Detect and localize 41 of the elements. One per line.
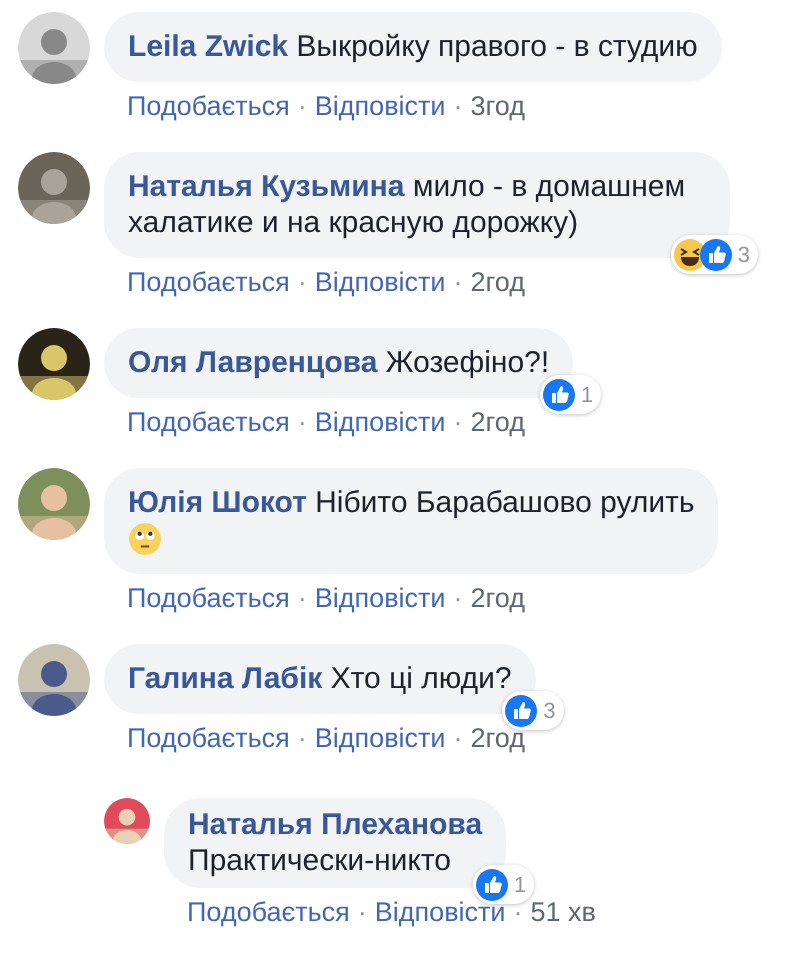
like-link[interactable]: Подобається	[127, 266, 290, 298]
timestamp[interactable]: 2год	[470, 582, 525, 614]
reaction-count: 1	[514, 871, 526, 899]
reaction-badge[interactable]: 3	[502, 691, 564, 730]
separator-dot: ·	[298, 266, 307, 298]
timestamp[interactable]: 3год	[470, 90, 525, 122]
reaction-count: 1	[580, 381, 594, 409]
separator-dot: ·	[454, 266, 462, 298]
like-icon	[700, 238, 732, 270]
separator-dot: ·	[298, 406, 307, 438]
timestamp[interactable]: 2год	[470, 266, 525, 298]
separator-dot: ·	[298, 90, 307, 122]
separator-dot: ·	[454, 582, 462, 614]
like-link[interactable]: Подобається	[127, 722, 290, 754]
like-icon	[505, 694, 538, 726]
eye-roll-emoji-icon	[128, 522, 162, 556]
like-link[interactable]: Подобається	[127, 90, 290, 122]
reply-link[interactable]: Відповісти	[314, 90, 446, 122]
separator-dot: ·	[454, 722, 462, 754]
separator-dot: ·	[298, 582, 307, 614]
like-icon	[542, 378, 575, 410]
reaction-badge[interactable]: 1	[540, 375, 602, 414]
comment-text: Leila Zwick Выкройку правого - в студию	[128, 30, 698, 63]
reply-link[interactable]: Відповісти	[314, 406, 446, 438]
separator-dot: ·	[454, 90, 462, 122]
separator-dot: ·	[358, 896, 367, 928]
like-link[interactable]: Подобається	[127, 406, 290, 438]
reaction-count: 3	[738, 241, 750, 269]
reaction-count: 3	[543, 697, 556, 725]
reply-link[interactable]: Відповісти	[314, 582, 446, 614]
reaction-badge[interactable]: 3	[670, 235, 758, 274]
reply-link[interactable]: Відповісти	[314, 722, 446, 754]
comment-text: Юлія Шокот Нібито Барабашово рулить	[128, 486, 694, 519]
reaction-badge[interactable]: 1	[472, 865, 534, 904]
like-link[interactable]: Подобається	[187, 896, 350, 928]
like-icon	[476, 868, 508, 900]
reply-link[interactable]: Відповісти	[314, 266, 446, 298]
separator-dot: ·	[298, 722, 307, 754]
like-link[interactable]: Подобається	[127, 582, 290, 614]
timestamp[interactable]: 2год	[470, 406, 525, 438]
separator-dot: ·	[454, 406, 462, 438]
